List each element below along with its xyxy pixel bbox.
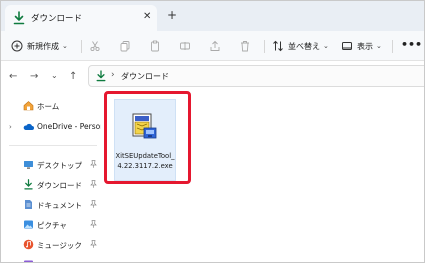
sidebar-item-music[interactable]: ミュージック [1,237,101,253]
tab-strip: ダウンロード ✕ + [1,1,424,31]
more-options-button[interactable]: ••• [401,39,422,50]
video-icon [24,260,33,262]
address-bar[interactable]: › ダウンロード [88,65,424,87]
view-button[interactable]: 表示 ⌄ [341,38,382,54]
new-button-label: 新規作成 [27,41,59,51]
cloud-icon [23,123,34,130]
view-icon [342,42,352,50]
copy-button[interactable] [119,38,131,54]
back-button[interactable]: ← [9,71,17,83]
delete-button[interactable] [239,38,251,54]
command-separator [81,40,82,53]
download-icon [24,179,33,190]
tab-title: ダウンロード [31,14,83,24]
chevron-down-icon: ⌄ [376,42,382,50]
cut-button[interactable] [89,38,101,54]
music-icon [23,239,34,250]
chevron-down-icon: ⌄ [62,42,68,50]
sidebar-item-documents[interactable]: ドキュメント [1,197,101,213]
sidebar-item-pictures[interactable]: ピクチャ [1,217,101,233]
sidebar-item-desktop[interactable]: デスクトップ [1,157,101,173]
sidebar-item-label: デスクトップ [37,161,82,170]
navigation-pane: ホーム › OneDrive - Persona デスクトップ [1,93,101,262]
rename-icon [180,42,190,50]
home-icon [23,101,34,111]
sort-button-label: 並べ替え [288,41,320,51]
desktop-icon [24,161,33,169]
pin-icon [90,200,97,210]
sidebar-item-label: ピクチャ [37,221,67,230]
chevron-down-icon: ⌄ [323,42,329,50]
share-button[interactable] [209,38,221,54]
copy-icon [120,41,130,52]
download-icon [13,11,25,25]
command-separator [392,40,393,53]
sidebar-item-more[interactable] [1,257,101,262]
clipboard-icon [151,40,159,52]
breadcrumb-downloads[interactable]: ダウンロード [121,71,169,82]
chevron-right-icon[interactable]: › [9,123,12,131]
command-bar: 新規作成 ⌄ 並べ替え ⌄ 表示 ⌄ ••• [1,31,424,61]
sidebar-item-label: ドキュメント [37,201,82,210]
highlight-box [104,91,191,184]
sidebar-item-label: ミュージック [37,241,82,250]
trash-icon [241,41,249,52]
sidebar-item-label: ホーム [37,102,60,111]
breadcrumb-separator[interactable]: › [111,70,115,80]
document-icon [25,200,32,209]
up-button[interactable]: ↑ [69,71,77,83]
new-tab-button[interactable]: + [167,9,177,21]
share-icon [210,40,220,51]
rename-button[interactable] [179,38,191,54]
forward-button[interactable]: → [30,71,38,83]
sidebar-divider [9,145,97,146]
download-icon [96,70,106,82]
tab-close-button[interactable]: ✕ [143,11,151,23]
pin-icon [90,160,97,170]
recent-locations-button[interactable]: ⌄ [51,70,58,82]
pictures-icon [24,220,33,229]
file-explorer-window: ダウンロード ✕ + 新規作成 ⌄ 並べ替え ⌄ 表示 ⌄ ••• ← → ⌄ … [0,0,425,263]
sidebar-item-label: ダウンロード [37,181,82,190]
pin-icon [90,240,97,250]
new-button[interactable]: 新規作成 ⌄ [11,38,68,54]
plus-circle-icon [11,40,23,52]
sidebar-item-onedrive[interactable]: › OneDrive - Persona [1,119,101,135]
tab-downloads[interactable]: ダウンロード ✕ [5,5,157,31]
sidebar-item-label: OneDrive - Persona [37,122,101,131]
pin-icon [90,220,97,230]
command-separator [264,40,265,53]
sidebar-item-home[interactable]: ホーム [1,98,101,114]
sort-icon [273,40,283,52]
view-button-label: 表示 [357,41,373,51]
sort-button[interactable]: 並べ替え ⌄ [272,38,329,54]
sidebar-item-downloads[interactable]: ダウンロード [1,177,101,193]
pin-icon [90,180,97,190]
scissors-icon [90,41,100,52]
paste-button[interactable] [149,38,161,54]
